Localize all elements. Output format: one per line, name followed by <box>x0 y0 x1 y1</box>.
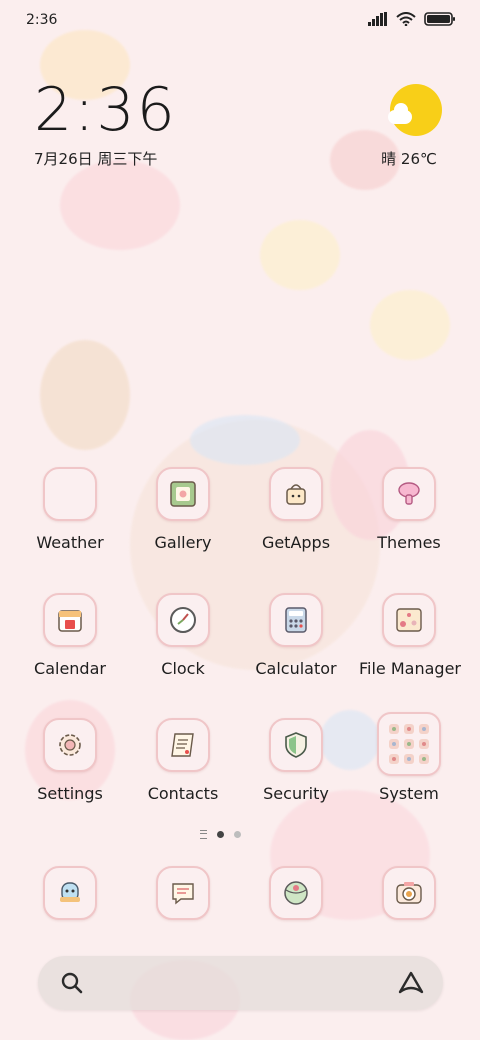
widget-date: 7月26日 周三下午 <box>34 150 158 168</box>
app-label: Themes <box>377 533 441 552</box>
assistant-icon[interactable] <box>397 970 425 996</box>
app-contacts[interactable]: Contacts <box>133 718 233 803</box>
app-label: Settings <box>37 784 103 803</box>
signal-icon <box>368 12 387 26</box>
dock-messages-app[interactable] <box>133 866 233 920</box>
camera-icon <box>382 866 436 920</box>
app-label: Clock <box>161 659 205 678</box>
app-calendar[interactable]: Calendar <box>20 593 120 678</box>
app-label: Gallery <box>154 533 212 552</box>
app-calculator[interactable]: Calculator <box>246 593 346 678</box>
page-indicator[interactable] <box>200 830 241 839</box>
app-label: GetApps <box>261 533 331 552</box>
folder-grid-icon <box>377 712 441 776</box>
clock-icon <box>156 593 210 647</box>
wifi-icon <box>396 12 416 26</box>
folder-icon <box>382 593 436 647</box>
app-file-manager[interactable]: File Manager <box>359 593 461 678</box>
app-label: Weather <box>36 533 104 552</box>
weather-widget[interactable]: 晴 26℃ <box>381 84 446 169</box>
calculator-icon <box>269 593 323 647</box>
app-settings[interactable]: Settings <box>20 718 120 803</box>
shield-icon <box>269 718 323 772</box>
app-security[interactable]: Security <box>246 718 346 803</box>
page-dot-active <box>217 831 224 838</box>
page-dot <box>234 831 241 838</box>
sun-cloud-icon <box>388 84 442 136</box>
page-menu-icon <box>200 830 207 839</box>
pet-icon <box>43 866 97 920</box>
app-system-folder[interactable]: System <box>359 712 459 803</box>
app-label: File Manager <box>359 659 461 678</box>
gallery-icon <box>156 467 210 521</box>
status-icons <box>368 12 456 26</box>
app-gallery[interactable]: Gallery <box>133 467 233 552</box>
app-label: Calculator <box>255 659 337 678</box>
app-themes[interactable]: Themes <box>359 467 459 552</box>
app-label: Security <box>263 784 329 803</box>
weather-text: 晴 26℃ <box>381 150 437 168</box>
clock-widget[interactable]: 2:36 7月26日 周三下午 <box>34 78 177 169</box>
brush-icon <box>382 467 436 521</box>
gear-icon <box>43 718 97 772</box>
dock-camera-app[interactable] <box>359 866 459 920</box>
search-icon[interactable] <box>60 971 84 995</box>
shopping-bag-icon <box>269 467 323 521</box>
app-getapps[interactable]: GetApps <box>246 467 346 552</box>
calendar-icon <box>43 593 97 647</box>
battery-icon <box>424 12 455 26</box>
app-label: Calendar <box>34 659 106 678</box>
search-bar[interactable] <box>38 956 443 1010</box>
app-weather[interactable]: Weather <box>20 467 120 552</box>
app-clock[interactable]: Clock <box>133 593 233 678</box>
dock-pet-app[interactable] <box>20 866 120 920</box>
contacts-icon <box>156 718 210 772</box>
app-label: Contacts <box>147 784 219 803</box>
messages-icon <box>156 866 210 920</box>
status-time: 2:36 <box>26 12 58 28</box>
status-bar: 2:36 <box>0 0 480 44</box>
dock-browser-app[interactable] <box>246 866 346 920</box>
app-label: System <box>379 784 439 803</box>
browser-icon <box>269 866 323 920</box>
weather-app-icon <box>43 467 97 521</box>
widget-time: 2:36 <box>34 75 177 145</box>
